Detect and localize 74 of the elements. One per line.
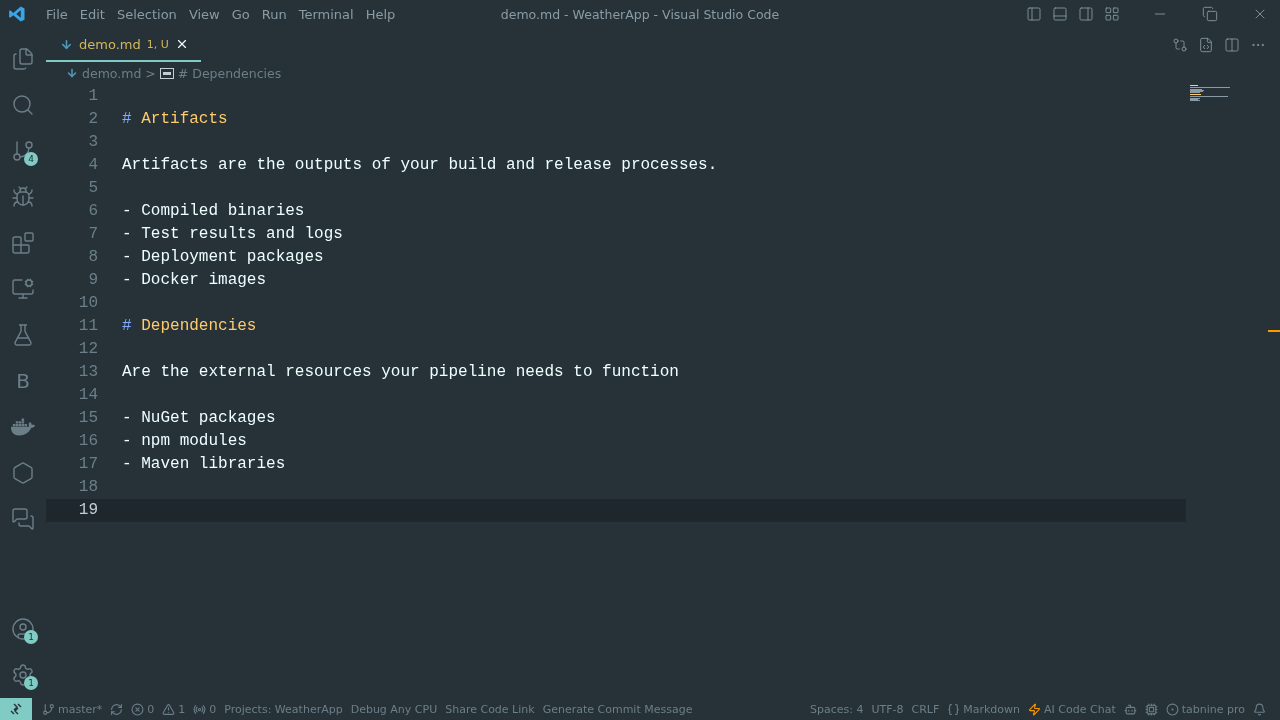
count-badge: 1	[24, 676, 38, 690]
line-number: 5	[87, 178, 98, 197]
code-text: Docker images	[141, 270, 267, 289]
line-number: 15	[77, 409, 98, 428]
line-number: 6	[87, 201, 98, 220]
count-badge: 1	[24, 630, 38, 644]
activity-button[interactable]: 1	[0, 606, 46, 652]
code-text: Artifacts are the outputs of your build and release processes.	[122, 155, 718, 174]
heading-text: Artifacts	[141, 109, 228, 128]
menu-item[interactable]: Go	[225, 6, 256, 22]
line-number: 16	[77, 432, 98, 451]
code-text: Are the external resources your pipeline needs to function	[122, 363, 679, 382]
window-title: demo.md - WeatherApp - Visual Studio Code	[500, 6, 780, 22]
menu-item[interactable]: Run	[255, 6, 293, 22]
language-status[interactable]: Markdown	[943, 702, 1025, 716]
warnings-status[interactable]: 1	[158, 702, 190, 716]
breadcrumb-separator: >	[145, 65, 156, 81]
markdown-marker: -	[122, 270, 132, 289]
activity-button[interactable]: 1	[0, 652, 46, 698]
branch-status[interactable]: master*	[38, 702, 107, 716]
menu-item[interactable]: Selection	[110, 6, 183, 22]
line-number: 11	[77, 317, 98, 335]
code-text: Maven libraries	[141, 455, 286, 474]
line-number: 7	[87, 224, 98, 243]
markdown-marker: #	[122, 109, 132, 128]
line-number: 4	[87, 155, 98, 174]
code-text: Test results and logs	[141, 224, 343, 243]
status-item[interactable]: Spaces: 4	[805, 702, 868, 716]
markdown-marker: -	[122, 455, 132, 474]
markdown-marker: -	[122, 224, 132, 243]
status-item[interactable]: Generate Commit Message	[538, 702, 697, 716]
menu-item[interactable]: File	[40, 6, 74, 22]
breadcrumb-item[interactable]: demo.md	[82, 65, 142, 81]
line-number: 13	[77, 363, 98, 382]
line-number: 14	[77, 386, 98, 405]
markdown-marker: -	[122, 432, 132, 451]
code-text: npm modules	[141, 432, 247, 451]
ai-chat-status[interactable]: AI Code Chat	[1024, 702, 1120, 716]
status-item[interactable]: Share Code Link	[441, 702, 539, 716]
line-number: 2	[87, 109, 98, 128]
line-number: 3	[87, 132, 98, 151]
errors-status[interactable]: 0	[127, 702, 159, 716]
status-item[interactable]: UTF-8	[867, 702, 908, 716]
code-text: Compiled binaries	[141, 201, 305, 220]
line-number: 18	[77, 478, 98, 497]
line-number: 17	[77, 455, 98, 474]
line-number: 1	[87, 86, 98, 105]
markdown-marker: -	[122, 409, 132, 428]
code-text: NuGet packages	[141, 409, 276, 428]
line-number: 12	[77, 340, 98, 359]
line-number: 19	[77, 501, 98, 520]
menu-item[interactable]: View	[182, 6, 226, 22]
ports-status[interactable]: 0	[189, 702, 221, 716]
menu-item[interactable]: Help	[359, 6, 402, 22]
heading-text: Dependencies	[141, 317, 257, 335]
breadcrumb-item[interactable]: # Dependencies	[177, 65, 282, 81]
markdown-marker: #	[122, 317, 132, 335]
status-item[interactable]: CRLF	[907, 702, 944, 716]
menu-item[interactable]: Edit	[73, 6, 111, 22]
status-item[interactable]: Debug Any CPU	[346, 702, 442, 716]
markdown-marker: -	[122, 247, 132, 266]
count-badge: 4	[24, 152, 38, 166]
line-number: 10	[77, 293, 98, 312]
line-number: 8	[87, 247, 98, 266]
menu-item[interactable]: Terminal	[292, 6, 360, 22]
letter-icon: B	[16, 369, 30, 393]
activity-button[interactable]: B	[0, 358, 46, 404]
markdown-marker: -	[122, 201, 132, 220]
status-item[interactable]: Projects: WeatherApp	[220, 702, 347, 716]
line-number: 9	[87, 270, 98, 289]
activity-button[interactable]: 4	[0, 128, 46, 174]
tabnine-status[interactable]: tabnine pro	[1161, 702, 1249, 716]
editor-tab[interactable]: demo.md 1, U	[46, 28, 201, 62]
code-text: Deployment packages	[141, 247, 324, 266]
